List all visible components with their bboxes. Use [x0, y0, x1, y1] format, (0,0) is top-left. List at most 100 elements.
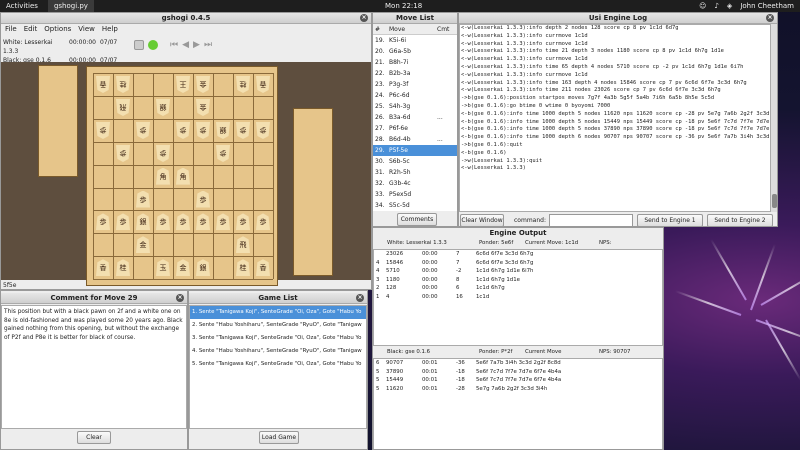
shogi-piece[interactable]: 歩	[176, 122, 190, 139]
black-engine-output[interactable]: 6 90707 00:01 -36 5e6f 7a7b 3i4h 3c3d 2g2f 8…	[373, 358, 663, 449]
move-list-item[interactable]: 27. P6f-6e	[373, 123, 457, 134]
move-list-item[interactable]: 24. P6c-6d	[373, 90, 457, 101]
shogi-piece[interactable]: 歩	[136, 122, 150, 139]
shogi-piece[interactable]: 金	[196, 99, 210, 116]
move-list-item[interactable]: 33. P5ex5d	[373, 189, 457, 200]
shogi-piece[interactable]: 桂	[236, 259, 250, 277]
accessibility-icon[interactable]: ☺	[699, 2, 706, 10]
shogi-piece[interactable]: 銀	[196, 259, 210, 277]
command-input[interactable]	[549, 214, 633, 226]
gote-captured-stand[interactable]	[38, 65, 78, 177]
shogi-piece[interactable]: 飛	[116, 99, 130, 116]
load-game-button[interactable]: Load Game	[259, 431, 299, 444]
shogi-piece[interactable]: 歩	[96, 122, 110, 139]
shogi-piece[interactable]: 桂	[116, 259, 130, 277]
shogi-piece[interactable]: 歩	[196, 213, 210, 231]
shogi-piece[interactable]: 歩	[196, 122, 210, 139]
move-list-item[interactable]: 25. S4h-3g	[373, 101, 457, 112]
app-menu[interactable]: gshogi.py	[47, 0, 94, 12]
usi-log-scrollbar[interactable]	[771, 24, 777, 212]
col-move[interactable]: Move	[389, 24, 437, 34]
close-icon[interactable]: ×	[356, 294, 364, 302]
shogi-piece[interactable]: 歩	[236, 122, 250, 139]
shogi-piece[interactable]: 歩	[96, 213, 110, 231]
clear-window-button[interactable]: Clear Window	[460, 214, 504, 226]
volume-icon[interactable]: ♪	[714, 2, 718, 10]
game-list[interactable]: 1. Sente "Tanigawa Koji", SenteGrade "Oi…	[189, 305, 367, 429]
comments-button[interactable]: Comments	[397, 213, 437, 226]
shogi-piece[interactable]: 歩	[256, 122, 270, 139]
shogi-piece[interactable]: 角	[156, 167, 170, 185]
next-move-icon[interactable]: ▶	[193, 40, 200, 50]
close-icon[interactable]: ×	[766, 14, 774, 22]
move-list-item[interactable]: 19. K5i-6i	[373, 35, 457, 46]
game-list-item[interactable]: 1. Sente "Tanigawa Koji", SenteGrade "Oi…	[190, 306, 366, 319]
shogi-piece[interactable]: 歩	[136, 190, 150, 208]
shogi-piece[interactable]: 歩	[176, 213, 190, 231]
network-icon[interactable]: ◈	[727, 2, 732, 10]
shogi-piece[interactable]: 金	[176, 259, 190, 277]
col-comment[interactable]: Cmt	[437, 24, 449, 34]
close-icon[interactable]: ×	[176, 294, 184, 302]
move-list-item[interactable]: 26. B3a-6d...	[373, 112, 457, 123]
shogi-piece[interactable]: 銀	[156, 99, 170, 116]
sente-captured-stand[interactable]	[293, 108, 333, 276]
shogi-piece[interactable]: 歩	[156, 145, 170, 162]
shogi-piece[interactable]: 桂	[116, 76, 130, 93]
move-list-item[interactable]: 28. B6d-4b...	[373, 134, 457, 145]
menu-file[interactable]: File	[5, 24, 17, 34]
menu-options[interactable]: Options	[44, 24, 71, 34]
move-list-item[interactable]: 31. R2h-5h	[373, 167, 457, 178]
shogi-piece[interactable]: 歩	[116, 213, 130, 231]
last-move-icon[interactable]: ⏭	[204, 40, 212, 50]
move-list-item[interactable]: 21. B8h-7i	[373, 57, 457, 68]
go-icon[interactable]	[148, 40, 158, 50]
shogi-piece[interactable]: 香	[256, 259, 270, 277]
game-list-item[interactable]: 2. Sente "Habu Yoshiharu", SenteGrade "R…	[190, 319, 366, 332]
menu-edit[interactable]: Edit	[24, 24, 38, 34]
shogi-piece[interactable]: 銀	[216, 122, 230, 139]
shogi-piece[interactable]: 玉	[156, 259, 170, 277]
move-list-item[interactable]: 34. S5c-5d	[373, 200, 457, 211]
shogi-piece[interactable]: 香	[96, 259, 110, 277]
shogi-piece[interactable]: 金	[136, 236, 150, 254]
move-list-item[interactable]: 23. P3g-3f	[373, 79, 457, 90]
shogi-piece[interactable]: 歩	[216, 145, 230, 162]
shogi-piece[interactable]: 銀	[136, 213, 150, 231]
shogi-piece[interactable]: 歩	[116, 145, 130, 162]
comment-text[interactable]: This position but with a black pawn on 2…	[1, 305, 187, 429]
shogi-piece[interactable]: 歩	[236, 213, 250, 231]
shogi-piece[interactable]: 歩	[196, 190, 210, 208]
activities-button[interactable]: Activities	[0, 2, 44, 10]
send-engine2-button[interactable]: Send to Engine 2	[707, 214, 773, 226]
move-list-item[interactable]: 22. B2b-3a	[373, 68, 457, 79]
shogi-piece[interactable]: 金	[196, 76, 210, 93]
shogi-board[interactable]: 香桂王金桂香飛銀金歩歩歩歩銀歩歩歩歩歩角角歩歩歩歩銀歩歩歩歩歩歩金飛香桂玉金銀桂…	[86, 66, 278, 286]
move-list-item[interactable]: 32. G3b-4c	[373, 178, 457, 189]
white-engine-output[interactable]: 23026 00:00 7 6c6d 6f7e 3c3d 6h7g 4 15846 00:0…	[373, 249, 663, 346]
first-move-icon[interactable]: ⏮	[170, 40, 178, 50]
shogi-piece[interactable]: 王	[176, 76, 190, 93]
move-list-item[interactable]: 29. P5f-5e	[373, 145, 457, 156]
usi-log-text[interactable]: <-w(Lesserkai 1.3.3):info depth 2 nodes …	[459, 24, 771, 212]
user-menu[interactable]: John Cheetham	[740, 2, 794, 10]
shogi-piece[interactable]: 角	[176, 167, 190, 185]
shogi-piece[interactable]: 香	[256, 76, 270, 93]
game-list-item[interactable]: 5. Sente "Tanigawa Koji", SenteGrade "Oi…	[190, 358, 366, 371]
clock[interactable]: Mon 22:18	[385, 2, 422, 10]
game-list-item[interactable]: 4. Sente "Habu Yoshiharu", SenteGrade "R…	[190, 345, 366, 358]
close-icon[interactable]: ×	[360, 14, 368, 22]
stop-icon[interactable]	[134, 40, 144, 50]
shogi-piece[interactable]: 桂	[236, 76, 250, 93]
prev-move-icon[interactable]: ◀	[182, 40, 189, 50]
shogi-piece[interactable]: 歩	[156, 213, 170, 231]
shogi-piece[interactable]: 香	[96, 76, 110, 93]
menu-help[interactable]: Help	[102, 24, 118, 34]
col-num[interactable]: #	[373, 24, 389, 34]
send-engine1-button[interactable]: Send to Engine 1	[637, 214, 703, 226]
shogi-piece[interactable]: 飛	[236, 236, 250, 254]
game-list-item[interactable]: 3. Sente "Tanigawa Koji", SenteGrade "Oi…	[190, 332, 366, 345]
move-list-item[interactable]: 20. G6a-5b	[373, 46, 457, 57]
shogi-piece[interactable]: 歩	[256, 213, 270, 231]
menu-view[interactable]: View	[78, 24, 95, 34]
